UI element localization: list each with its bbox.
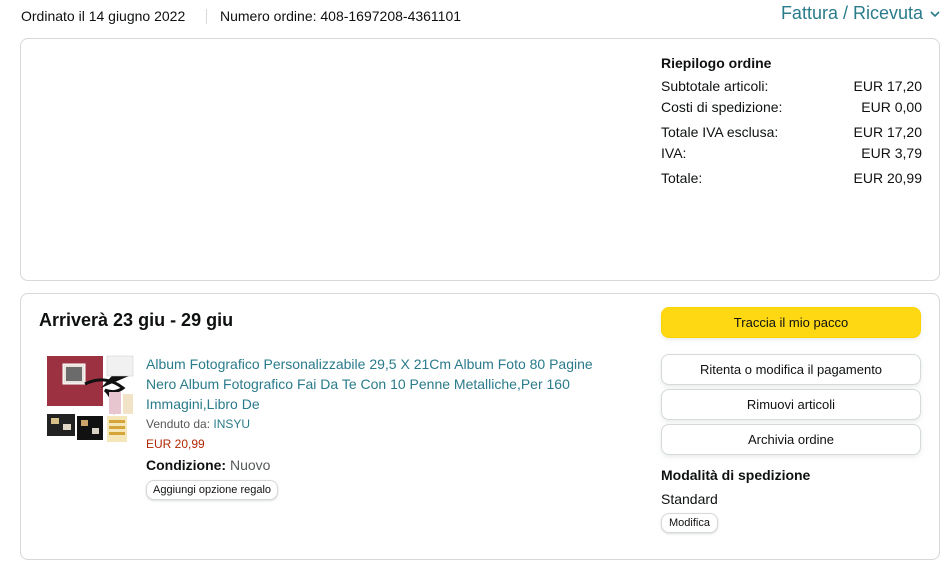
summary-row: Totale IVA esclusa: EUR 17,20 (661, 122, 922, 143)
summary-value: EUR 3,79 (861, 145, 922, 161)
condition-label: Condizione: (146, 457, 227, 473)
summary-row: IVA: EUR 3,79 (661, 143, 922, 164)
shipping-method-title: Modalità di spedizione (661, 467, 811, 483)
summary-label: Subtotale articoli: (661, 78, 769, 94)
invoice-link-label: Fattura / Ricevuta (780, 3, 923, 23)
chevron-down-icon (930, 10, 940, 17)
product-condition: Condizione: Nuovo (146, 455, 626, 475)
order-summary: Riepilogo ordine Subtotale articoli: EUR… (661, 55, 922, 189)
product-price: EUR 20,99 (146, 437, 205, 451)
summary-row-total: Totale: EUR 20,99 (661, 168, 922, 189)
header-divider (206, 9, 207, 24)
archive-order-button[interactable]: Archivia ordine (661, 424, 921, 455)
summary-label: Totale IVA esclusa: (661, 124, 779, 140)
sold-by: Venduto da: INSYU (146, 416, 626, 433)
summary-label: IVA: (661, 145, 687, 161)
shipment-card: Arriverà 23 giu - 29 giu Album Fotografi… (20, 293, 940, 560)
sold-by-label: Venduto da: (146, 417, 211, 431)
order-actions: Traccia il mio pacco Ritenta o modifica … (661, 307, 921, 533)
product-title-link[interactable]: Album Fotografico Personalizzabile 29,5 … (146, 354, 626, 414)
summary-value: EUR 17,20 (853, 78, 922, 94)
order-summary-card: Riepilogo ordine Subtotale articoli: EUR… (20, 38, 940, 281)
summary-value: EUR 20,99 (853, 170, 922, 186)
product-image[interactable] (45, 354, 135, 446)
track-package-button[interactable]: Traccia il mio pacco (661, 307, 921, 338)
order-header: Ordinato il 14 giugno 2022 Numero ordine… (0, 0, 949, 32)
summary-label: Costi di spedizione: (661, 99, 783, 115)
summary-value: EUR 0,00 (861, 99, 922, 115)
arrival-heading: Arriverà 23 giu - 29 giu (39, 310, 234, 330)
order-date: Ordinato il 14 giugno 2022 (21, 8, 186, 24)
summary-value: EUR 17,20 (853, 124, 922, 140)
retry-payment-button[interactable]: Ritenta o modifica il pagamento (661, 354, 921, 385)
invoice-link[interactable]: Fattura / Ricevuta (781, 3, 941, 24)
add-gift-option-button[interactable]: Aggiungi opzione regalo (146, 480, 279, 500)
remove-items-button[interactable]: Rimuovi articoli (661, 389, 921, 420)
modify-shipping-button[interactable]: Modifica (661, 513, 718, 533)
shipping-method-value: Standard (661, 491, 718, 507)
condition-value: Nuovo (230, 457, 271, 473)
product-info: Album Fotografico Personalizzabile 29,5 … (146, 354, 626, 500)
order-number: Numero ordine: 408-1697208-4361101 (220, 8, 462, 24)
summary-title: Riepilogo ordine (661, 55, 772, 71)
summary-label: Totale: (661, 170, 703, 186)
seller-link[interactable]: INSYU (213, 417, 250, 431)
summary-row: Subtotale articoli: EUR 17,20 (661, 76, 922, 97)
summary-row: Costi di spedizione: EUR 0,00 (661, 97, 922, 118)
